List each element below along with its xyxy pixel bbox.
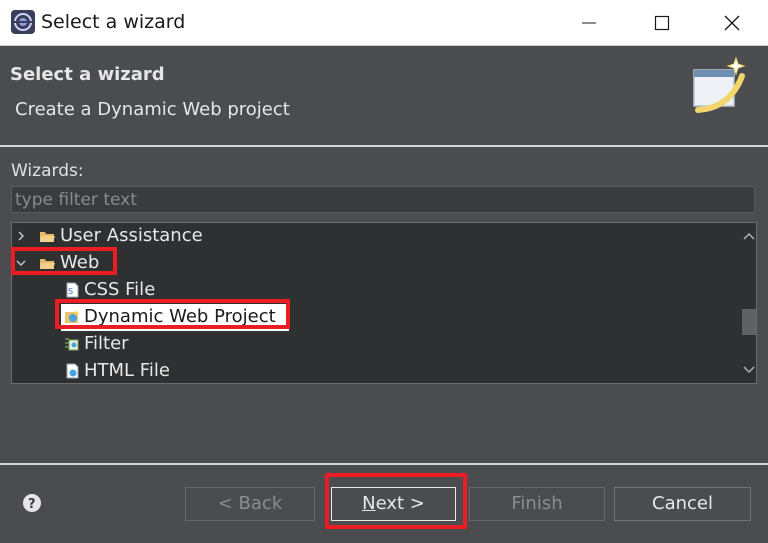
- close-icon: [724, 15, 740, 31]
- tree-item-user-assistance[interactable]: User Assistance: [12, 223, 740, 250]
- svg-text:?: ?: [28, 497, 36, 512]
- chevron-right-icon[interactable]: [16, 231, 26, 241]
- tree-scrollbar[interactable]: [741, 223, 757, 383]
- css-file-icon: S: [66, 282, 79, 298]
- help-icon[interactable]: ?: [22, 493, 42, 513]
- banner-description: Create a Dynamic Web project: [15, 99, 290, 120]
- next-label: ext >: [375, 493, 425, 514]
- maximize-icon: [654, 15, 670, 31]
- close-button[interactable]: [705, 0, 759, 45]
- banner-title: Select a wizard: [10, 64, 165, 85]
- tree-item-label: CSS File: [84, 279, 156, 300]
- title-bar: Select a wizard: [0, 0, 768, 46]
- window-title: Select a wizard: [41, 11, 186, 33]
- scroll-thumb[interactable]: [742, 309, 756, 335]
- svg-text:S: S: [68, 287, 73, 296]
- minimize-button[interactable]: [562, 0, 616, 45]
- eclipse-app-icon: [11, 10, 35, 34]
- footer-separator: [0, 463, 768, 465]
- folder-open-icon: [40, 259, 55, 269]
- wizard-banner-icon: [690, 50, 750, 114]
- next-mnemonic: N: [362, 493, 376, 514]
- tree-item-html-file[interactable]: HTML File: [12, 358, 740, 383]
- tree-item-label: HTML File: [84, 360, 170, 381]
- wizards-label: Wizards:: [11, 161, 84, 181]
- next-button[interactable]: Next >: [331, 487, 456, 521]
- tree-item-dynamic-web-project[interactable]: Dynamic Web Project: [61, 304, 289, 331]
- scroll-down-icon[interactable]: [741, 361, 757, 379]
- html-file-icon: [66, 363, 79, 379]
- tree-item-label: Web: [60, 252, 100, 273]
- minimize-icon: [582, 22, 596, 24]
- scroll-up-icon[interactable]: [741, 227, 757, 245]
- maximize-button[interactable]: [635, 0, 689, 45]
- tree-item-label: Dynamic Web Project: [84, 306, 276, 327]
- filter-icon: [65, 338, 79, 351]
- back-button[interactable]: < Back: [185, 487, 315, 521]
- wizard-banner: Select a wizard Create a Dynamic Web pro…: [0, 46, 768, 147]
- tree-item-label: User Assistance: [60, 225, 203, 246]
- wizard-tree[interactable]: User Assistance Web S CSS File Dynamic W…: [11, 222, 757, 384]
- finish-button[interactable]: Finish: [469, 487, 605, 521]
- tree-item-filter[interactable]: Filter: [12, 331, 740, 358]
- tree-item-label: Filter: [84, 333, 129, 354]
- folder-icon: [40, 232, 55, 242]
- filter-input[interactable]: [11, 186, 755, 213]
- cancel-button[interactable]: Cancel: [614, 487, 751, 521]
- tree-item-web[interactable]: Web: [12, 250, 740, 277]
- web-project-icon: [65, 310, 79, 323]
- chevron-down-icon[interactable]: [16, 258, 26, 268]
- tree-item-css-file[interactable]: S CSS File: [12, 277, 740, 304]
